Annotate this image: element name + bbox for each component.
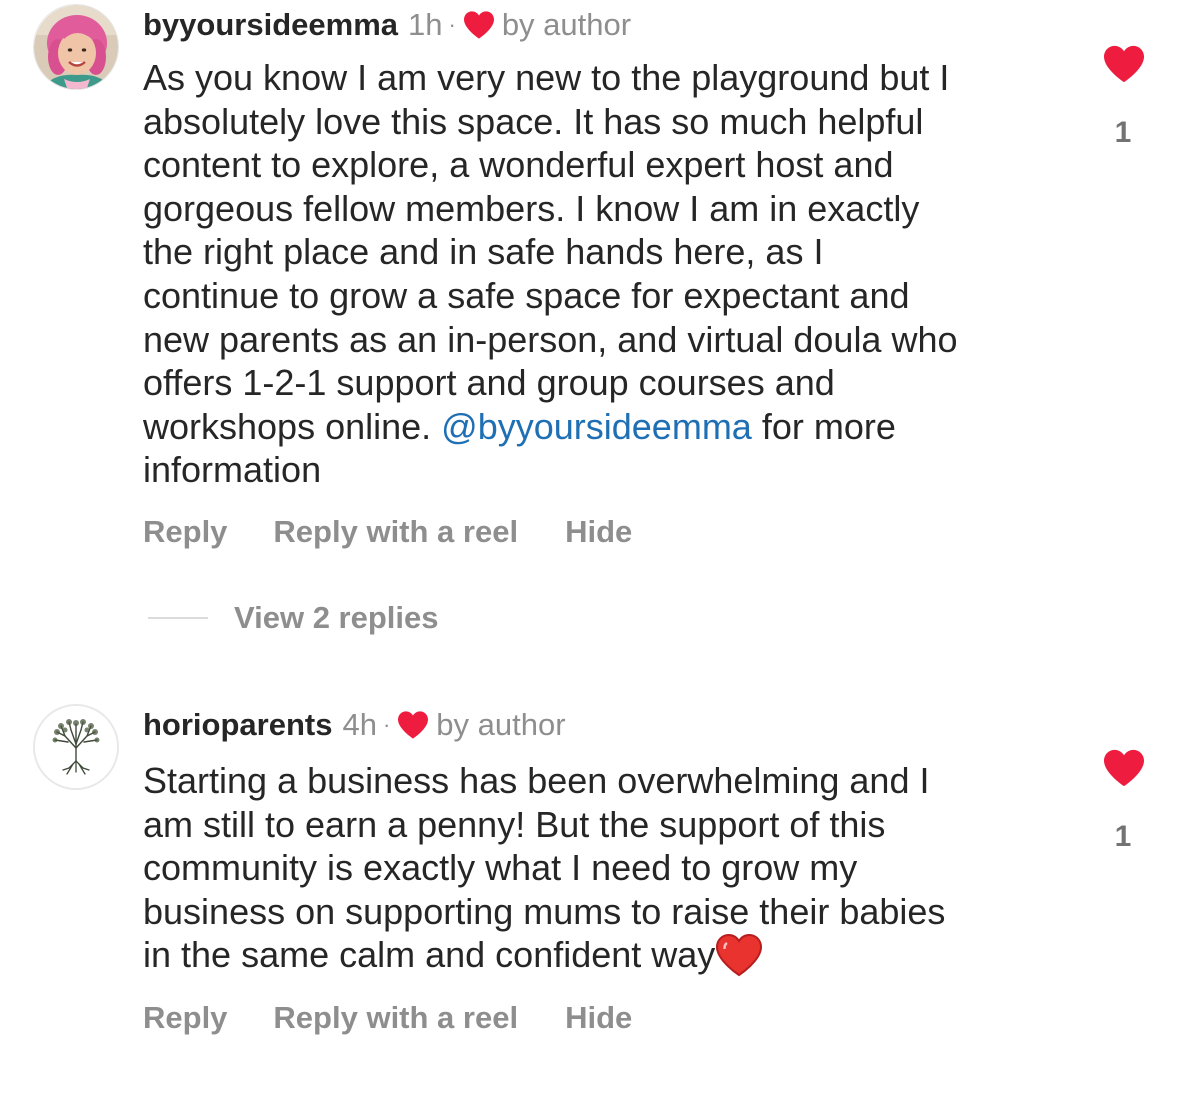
separator-dot: · (448, 12, 456, 37)
like-heart-icon[interactable] (1101, 748, 1147, 788)
red-heart-icon (463, 11, 494, 39)
profile-photo-icon (34, 5, 118, 89)
avatar[interactable] (33, 704, 119, 790)
comment-actions: Reply Reply with a reel Hide (143, 998, 632, 1038)
view-replies-label: View 2 replies (234, 600, 439, 635)
hide-button[interactable]: Hide (565, 1000, 632, 1036)
hide-button[interactable]: Hide (565, 514, 632, 550)
comment-text-part: As you know I am very new to the playgro… (143, 57, 958, 447)
mention-link[interactable]: @byyoursideemma (441, 406, 752, 447)
comment-text-part: Starting a business has been overwhelmin… (143, 760, 946, 976)
view-replies-button[interactable]: View 2 replies (148, 598, 439, 638)
tree-logo-icon (35, 706, 117, 788)
like-count[interactable]: 1 (1103, 820, 1143, 854)
comment-header: horioparents 4h · by author (143, 705, 566, 745)
red-heart-emoji-icon (716, 934, 763, 977)
avatar[interactable] (33, 4, 119, 90)
comment-text: As you know I am very new to the playgro… (143, 56, 1053, 492)
username[interactable]: horioparents (143, 707, 332, 743)
liked-by-author-label: by author (501, 7, 632, 42)
comment-header: byyoursideemma 1h · by author (143, 5, 631, 45)
separator-dot: · (382, 712, 391, 737)
comment-item: horioparents 4h · by author Starting a b… (0, 700, 1200, 1098)
like-count[interactable]: 1 (1103, 116, 1143, 150)
reply-button[interactable]: Reply (143, 1000, 227, 1036)
comment-item: byyoursideemma 1h · by author As you kno… (0, 0, 1200, 650)
like-heart-icon[interactable] (1101, 44, 1147, 84)
reply-button[interactable]: Reply (143, 514, 227, 550)
comment-actions: Reply Reply with a reel Hide (143, 512, 632, 552)
reply-with-reel-button[interactable]: Reply with a reel (273, 1000, 518, 1036)
liked-by-author-label: by author (436, 707, 566, 742)
reply-with-reel-button[interactable]: Reply with a reel (273, 514, 518, 550)
replies-divider-line (148, 617, 208, 619)
username[interactable]: byyoursideemma (143, 7, 398, 43)
comment-text: Starting a business has been overwhelmin… (143, 759, 1053, 977)
timestamp: 1h (408, 7, 443, 42)
timestamp: 4h (342, 707, 377, 742)
red-heart-icon (398, 711, 429, 739)
